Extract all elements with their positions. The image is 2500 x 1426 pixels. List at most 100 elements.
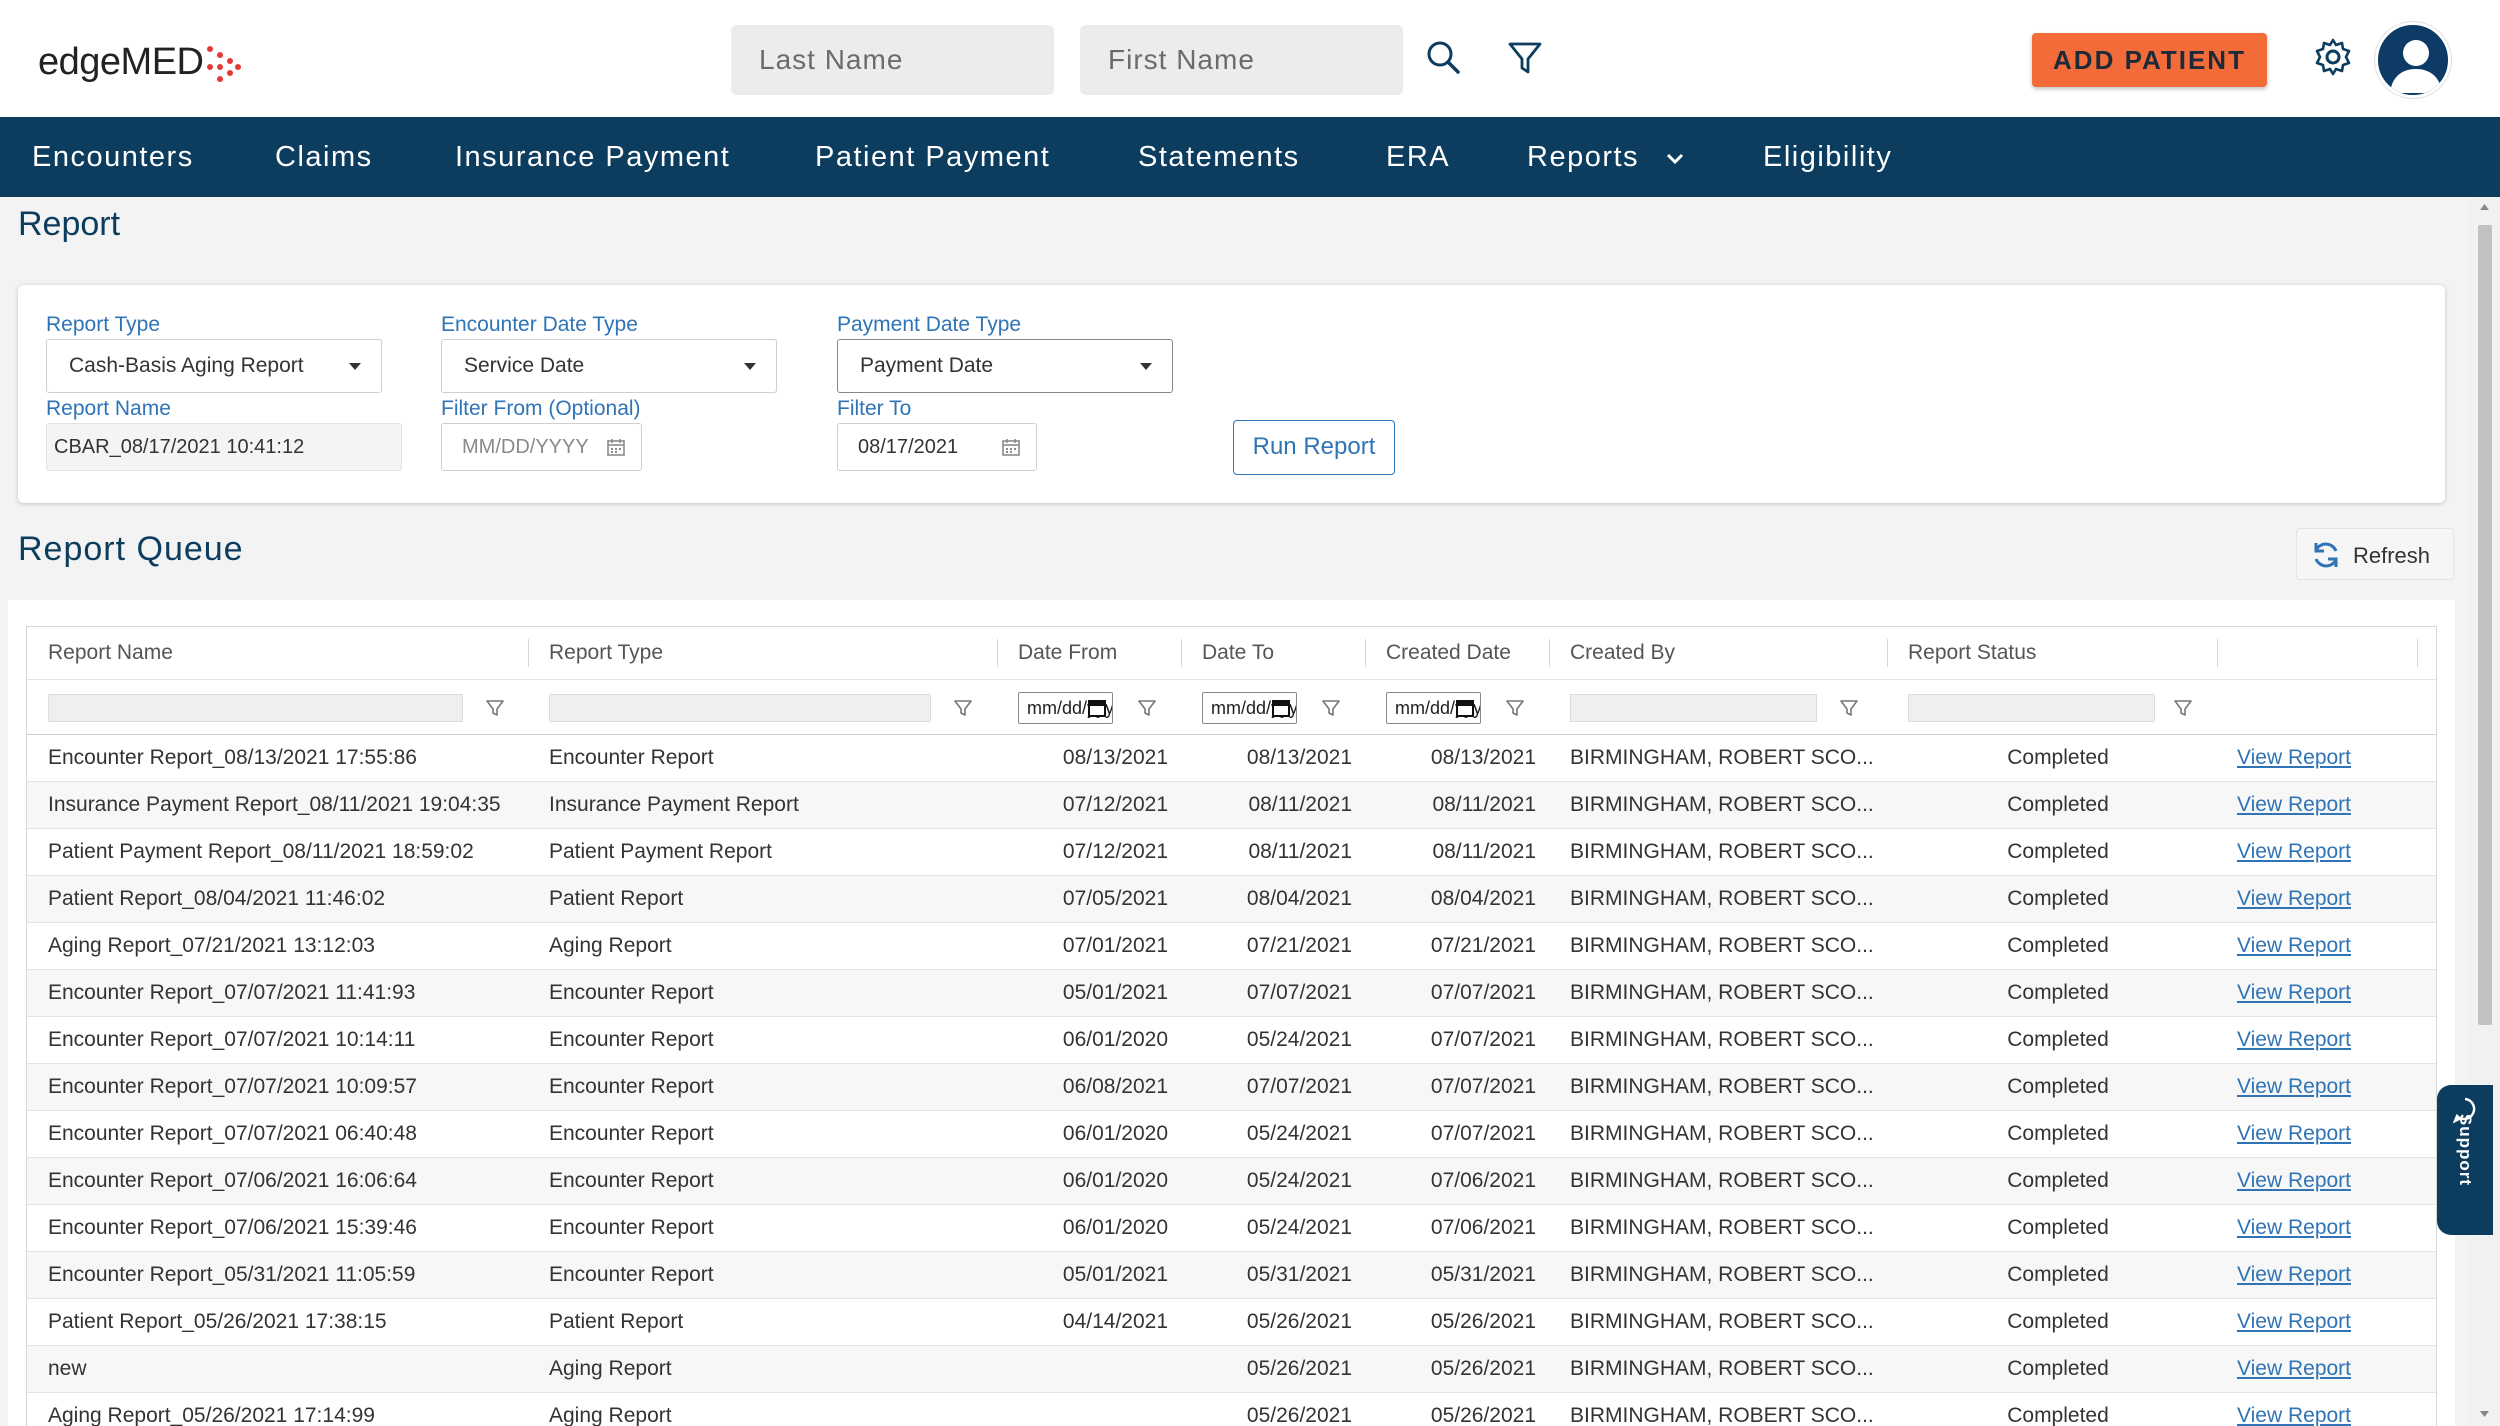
- cell-report-type: Encounter Report: [549, 1075, 714, 1098]
- user-avatar[interactable]: [2375, 22, 2451, 98]
- view-report-link[interactable]: View Report: [2237, 1252, 2407, 1298]
- filter-icon[interactable]: [1137, 698, 1157, 718]
- date-from-filter-input[interactable]: mm/dd/yyyy: [1018, 692, 1113, 724]
- report-name-filter-input[interactable]: [48, 694, 463, 722]
- calendar-icon[interactable]: [607, 438, 625, 456]
- nav-eligibility[interactable]: Eligibility: [1763, 117, 1892, 197]
- cell-report-name: Encounter Report_07/06/2021 15:39:46: [48, 1216, 417, 1239]
- calendar-icon[interactable]: [1272, 699, 1290, 717]
- cell-report-type: Encounter Report: [549, 1263, 714, 1286]
- cell-report-status: Completed: [2007, 1216, 2109, 1239]
- run-report-button[interactable]: Run Report: [1233, 420, 1395, 475]
- nav-statements[interactable]: Statements: [1138, 117, 1300, 197]
- scroll-up-icon[interactable]: [2469, 197, 2500, 217]
- cell-date-to: 07/07/2021: [1246, 981, 1352, 1004]
- scroll-down-icon[interactable]: [2469, 1404, 2500, 1424]
- filter-icon[interactable]: [1505, 698, 1525, 718]
- created-by-filter-input[interactable]: [1570, 694, 1817, 722]
- user-icon: [2390, 40, 2442, 93]
- cell-created-date: 08/13/2021: [1430, 746, 1536, 769]
- search-icon[interactable]: [1424, 38, 1464, 78]
- view-report-link[interactable]: View Report: [2237, 1393, 2407, 1426]
- nav-era[interactable]: ERA: [1386, 117, 1450, 197]
- cell-created-date: 08/11/2021: [1432, 840, 1536, 863]
- col-report-status[interactable]: Report Status: [1908, 627, 2036, 679]
- cell-date-to: 05/24/2021: [1246, 1122, 1352, 1145]
- filter-icon[interactable]: [1839, 698, 1859, 718]
- table-row: Encounter Report_07/07/2021 10:14:11 Enco…: [27, 1017, 2436, 1064]
- report-type-filter-input[interactable]: [549, 694, 931, 722]
- col-report-name[interactable]: Report Name: [48, 627, 173, 679]
- filter-icon[interactable]: [485, 698, 505, 718]
- nav-reports[interactable]: Reports: [1527, 117, 1685, 197]
- cell-date-to: 07/07/2021: [1246, 1075, 1352, 1098]
- cell-report-name: Patient Payment Report_08/11/2021 18:59:…: [48, 840, 474, 863]
- cell-created-by: BIRMINGHAM, ROBERT SCO...: [1570, 1075, 1874, 1098]
- filter-from-input[interactable]: MM/DD/YYYY: [441, 423, 642, 471]
- cell-date-from: 06/01/2020: [1062, 1122, 1168, 1145]
- filter-icon[interactable]: [953, 698, 973, 718]
- cell-created-date: 07/06/2021: [1430, 1216, 1536, 1239]
- view-report-link[interactable]: View Report: [2237, 970, 2407, 1016]
- view-report-link[interactable]: View Report: [2237, 876, 2407, 922]
- report-status-filter-input[interactable]: [1908, 694, 2155, 722]
- cell-report-type: Aging Report: [549, 934, 672, 957]
- page-title: Report: [18, 205, 121, 243]
- edgemed-logo[interactable]: edgeMED: [38, 38, 242, 86]
- cell-date-from: 06/01/2020: [1062, 1028, 1168, 1051]
- report-type-select[interactable]: Cash-Basis Aging Report: [46, 339, 382, 393]
- cell-report-type: Patient Report: [549, 1310, 684, 1333]
- encounter-date-type-select[interactable]: Service Date: [441, 339, 777, 393]
- payment-date-type-select[interactable]: Payment Date: [837, 339, 1173, 393]
- created-date-filter-input[interactable]: mm/dd/yyyy: [1386, 692, 1481, 724]
- view-report-link[interactable]: View Report: [2237, 1158, 2407, 1204]
- report-name-input[interactable]: CBAR_08/17/2021 10:41:12: [46, 423, 402, 471]
- date-to-filter-input[interactable]: mm/dd/yyyy: [1202, 692, 1297, 724]
- view-report-link[interactable]: View Report: [2237, 782, 2407, 828]
- refresh-button[interactable]: Refresh: [2296, 528, 2454, 580]
- calendar-icon[interactable]: [1002, 438, 1020, 456]
- gear-icon[interactable]: [2313, 37, 2353, 77]
- col-created-by[interactable]: Created By: [1570, 627, 1675, 679]
- cell-created-date: 08/11/2021: [1432, 793, 1536, 816]
- cell-created-by: BIRMINGHAM, ROBERT SCO...: [1570, 1263, 1874, 1286]
- nav-claims[interactable]: Claims: [275, 117, 373, 197]
- cell-report-type: Encounter Report: [549, 1216, 714, 1239]
- view-report-link[interactable]: View Report: [2237, 1299, 2407, 1345]
- view-report-link[interactable]: View Report: [2237, 923, 2407, 969]
- filter-from-label: Filter From (Optional): [441, 397, 641, 420]
- last-name-input[interactable]: [731, 25, 1054, 95]
- calendar-icon[interactable]: [1088, 699, 1106, 717]
- filter-to-label: Filter To: [837, 397, 912, 420]
- view-report-link[interactable]: View Report: [2237, 1111, 2407, 1157]
- view-report-link[interactable]: View Report: [2237, 735, 2407, 781]
- filter-icon[interactable]: [2173, 698, 2193, 718]
- col-date-to[interactable]: Date To: [1202, 627, 1274, 679]
- nav-encounters[interactable]: Encounters: [32, 117, 194, 197]
- cell-created-by: BIRMINGHAM, ROBERT SCO...: [1570, 746, 1874, 769]
- col-report-type[interactable]: Report Type: [549, 627, 663, 679]
- view-report-link[interactable]: View Report: [2237, 1346, 2407, 1392]
- nav-reports-label: Reports: [1527, 141, 1640, 173]
- view-report-link[interactable]: View Report: [2237, 829, 2407, 875]
- filter-to-input[interactable]: 08/17/2021: [837, 423, 1037, 471]
- table-row: Patient Report_05/26/2021 17:38:15 Patien…: [27, 1299, 2436, 1346]
- view-report-link[interactable]: View Report: [2237, 1064, 2407, 1110]
- nav-patient-payment[interactable]: Patient Payment: [815, 117, 1050, 197]
- nav-insurance-payment[interactable]: Insurance Payment: [455, 117, 730, 197]
- filter-icon[interactable]: [1505, 38, 1545, 78]
- table-row: Aging Report_07/21/2021 13:12:03 Aging Re…: [27, 923, 2436, 970]
- table-row: Patient Report_08/04/2021 11:46:02 Patien…: [27, 876, 2436, 923]
- view-report-link[interactable]: View Report: [2237, 1205, 2407, 1251]
- col-date-from[interactable]: Date From: [1018, 627, 1117, 679]
- view-report-link[interactable]: View Report: [2237, 1017, 2407, 1063]
- first-name-input[interactable]: [1080, 25, 1403, 95]
- cell-report-name: Encounter Report_07/07/2021 10:09:57: [48, 1075, 417, 1098]
- cell-date-from: [1018, 1346, 1168, 1392]
- cell-report-status: Completed: [2007, 1310, 2109, 1333]
- scrollbar-thumb[interactable]: [2478, 225, 2492, 1025]
- add-patient-button[interactable]: ADD PATIENT: [2032, 33, 2267, 87]
- col-created-date[interactable]: Created Date: [1386, 627, 1511, 679]
- calendar-icon[interactable]: [1456, 699, 1474, 717]
- filter-icon[interactable]: [1321, 698, 1341, 718]
